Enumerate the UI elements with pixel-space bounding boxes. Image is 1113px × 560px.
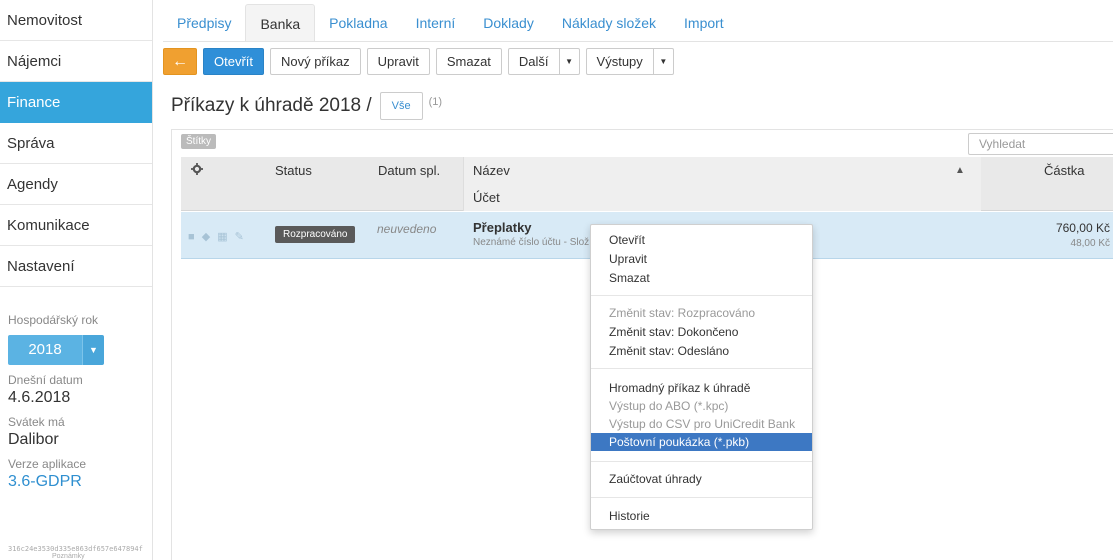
filter-all-button[interactable]: Vše: [379, 92, 423, 120]
open-button[interactable]: Otevřít: [203, 48, 265, 75]
tab-import[interactable]: Import: [670, 4, 738, 41]
tab-bar: Předpisy Banka Pokladna Interní Doklady …: [163, 4, 1113, 42]
status-header[interactable]: Status: [275, 157, 312, 184]
menu-item-bulk-order[interactable]: Hromadný příkaz k úhradě: [591, 379, 812, 397]
page-title: Příkazy k úhradě 2018 /: [171, 95, 372, 116]
menu-item-delete[interactable]: Smazat: [591, 269, 812, 287]
sidebar-item-agendy[interactable]: Agendy: [0, 164, 152, 205]
new-order-button[interactable]: Nový příkaz: [270, 48, 361, 75]
sidebar-item-nastaveni[interactable]: Nastavení: [0, 246, 152, 287]
record-count: (1): [428, 96, 443, 108]
today-label: Dnešní datum: [8, 373, 83, 387]
menu-item-state-in-progress: Změnit stav: Rozpracováno: [609, 306, 756, 320]
name-header[interactable]: Název: [473, 157, 510, 184]
tab-banka[interactable]: Banka: [245, 4, 316, 41]
chevron-down-icon[interactable]: ▼: [653, 48, 674, 75]
amount-cell: 760,00 Kč: [1055, 221, 1110, 235]
search-input[interactable]: Vyhledat: [968, 133, 1113, 155]
name-column-bg: [463, 157, 981, 211]
today-value: 4.6.2018: [8, 389, 71, 406]
sidebar-item-finance[interactable]: Finance: [0, 82, 152, 123]
context-menu: Otevřít Upravit Smazat Změnit stav: Rozp…: [590, 224, 813, 530]
sidebar-info: Hospodářský rok 2018 ▼ Dnešní datum 4.6.…: [0, 287, 152, 491]
due-date-header[interactable]: Datum spl.: [378, 157, 440, 184]
arrow-left-icon: ←: [172, 53, 188, 70]
menu-item-history[interactable]: Historie: [591, 507, 812, 525]
amount-sub-cell: 48,00 Kč: [1070, 238, 1110, 249]
menu-item-postal-order[interactable]: Poštovní poukázka (*.pkb): [591, 433, 812, 451]
due-date-cell: neuvedeno: [377, 222, 437, 236]
tab-predpisy[interactable]: Předpisy: [163, 4, 245, 41]
tab-pokladna[interactable]: Pokladna: [315, 4, 401, 41]
name-cell: Přeplatky: [473, 220, 532, 235]
menu-item-csv-export: Výstup do CSV pro UniCredit Bank: [609, 417, 796, 431]
tab-naklady-slozek[interactable]: Náklady složek: [548, 4, 670, 41]
outputs-dropdown: Výstupy ▼: [585, 48, 674, 75]
tab-interni[interactable]: Interní: [402, 4, 470, 41]
chevron-down-icon[interactable]: ▼: [82, 335, 104, 365]
menu-item-book-payments[interactable]: Zaúčtovat úhrady: [591, 470, 812, 488]
sidebar-item-sprava[interactable]: Správa: [0, 123, 152, 164]
more-button[interactable]: Další: [507, 48, 560, 75]
menu-item-abo-export: Výstup do ABO (*.kpc): [609, 399, 729, 413]
sidebar-item-nemovitost[interactable]: Nemovitost: [0, 0, 152, 41]
edit-button[interactable]: Upravit: [366, 48, 430, 75]
chevron-down-icon[interactable]: ▼: [559, 48, 580, 75]
menu-divider: [591, 497, 812, 498]
amount-header[interactable]: Částka: [1044, 157, 1084, 184]
sidebar-item-komunikace[interactable]: Komunikace: [0, 205, 152, 246]
build-hash: 316c24e3530d335e863df657e647894f: [8, 545, 143, 553]
tab-doklady[interactable]: Doklady: [469, 4, 548, 41]
menu-divider: [591, 461, 812, 462]
sort-asc-icon[interactable]: ▲: [955, 157, 965, 184]
menu-item-state-sent[interactable]: Změnit stav: Odesláno: [591, 342, 812, 360]
sidebar: Nemovitost Nájemci Finance Správa Agendy…: [0, 0, 153, 560]
menu-divider: [591, 368, 812, 369]
menu-item-open[interactable]: Otevřít: [591, 231, 812, 249]
gear-icon[interactable]: [191, 157, 203, 184]
nameday-value: Dalibor: [8, 431, 59, 448]
table-header: Status Datum spl. Název Účet ▲ Částka: [181, 157, 1113, 211]
delete-button[interactable]: Smazat: [435, 48, 502, 75]
sidebar-item-najemci[interactable]: Nájemci: [0, 41, 152, 82]
outputs-button[interactable]: Výstupy: [585, 48, 654, 75]
row-action-icons[interactable]: ■ ◆ ▦ ✎: [188, 230, 246, 243]
back-button[interactable]: ←: [163, 48, 197, 75]
version-label: Verze aplikace: [8, 457, 87, 471]
account-cell: Neznámé číslo účtu - Slož: [473, 237, 590, 248]
fiscal-year-select[interactable]: 2018 ▼: [8, 335, 104, 365]
fiscal-year-label: Hospodářský rok: [8, 313, 99, 327]
version-link[interactable]: 3.6-GDPR: [8, 473, 152, 491]
account-header[interactable]: Účet: [473, 184, 500, 211]
more-dropdown: Další ▼: [507, 48, 580, 75]
menu-item-edit[interactable]: Upravit: [591, 250, 812, 268]
page-heading: Příkazy k úhradě 2018 / Vše (1): [171, 92, 442, 120]
fiscal-year-value[interactable]: 2018: [8, 335, 82, 365]
toolbar: ← Otevřít Nový příkaz Upravit Smazat Dal…: [163, 48, 674, 75]
menu-item-state-done[interactable]: Změnit stav: Dokončeno: [591, 323, 812, 341]
tags-button[interactable]: Štítky: [181, 134, 217, 149]
status-badge: Rozpracováno: [275, 226, 356, 243]
nameday-label: Svátek má: [8, 415, 65, 429]
build-hash-note: Poznámky: [52, 553, 85, 560]
menu-divider: [591, 295, 812, 296]
